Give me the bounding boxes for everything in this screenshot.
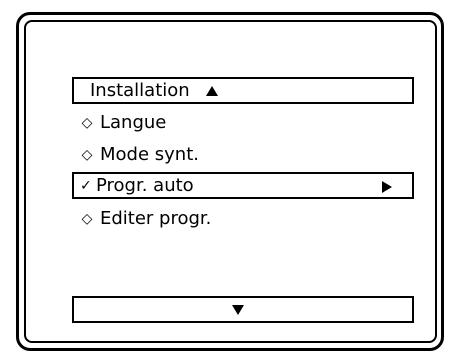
right-arrow-icon[interactable] xyxy=(382,181,392,193)
menu-item-label: Editer progr. xyxy=(100,207,212,229)
checkmark-icon: ✓ xyxy=(80,177,92,194)
diamond-icon: ◇ xyxy=(81,114,93,131)
up-arrow-icon[interactable] xyxy=(205,85,218,96)
menu-item-mode-synt[interactable]: ◇ Mode synt. xyxy=(72,141,199,168)
down-arrow-icon[interactable] xyxy=(232,304,244,315)
menu-item-label: Mode synt. xyxy=(100,143,199,165)
diamond-icon: ◇ xyxy=(81,210,93,227)
diamond-icon: ◇ xyxy=(81,146,93,163)
menu-header: Installation xyxy=(72,77,414,104)
menu-item-label: Progr. auto xyxy=(96,174,194,196)
menu-item-progr-auto[interactable]: ✓ Progr. auto xyxy=(72,172,414,199)
menu-item-langue[interactable]: ◇ Langue xyxy=(72,109,167,136)
menu-item-label: Langue xyxy=(100,111,167,133)
menu-title: Installation xyxy=(90,79,190,101)
menu-item-editer-progr[interactable]: ◇ Editer progr. xyxy=(72,205,212,232)
menu-footer xyxy=(72,296,414,323)
